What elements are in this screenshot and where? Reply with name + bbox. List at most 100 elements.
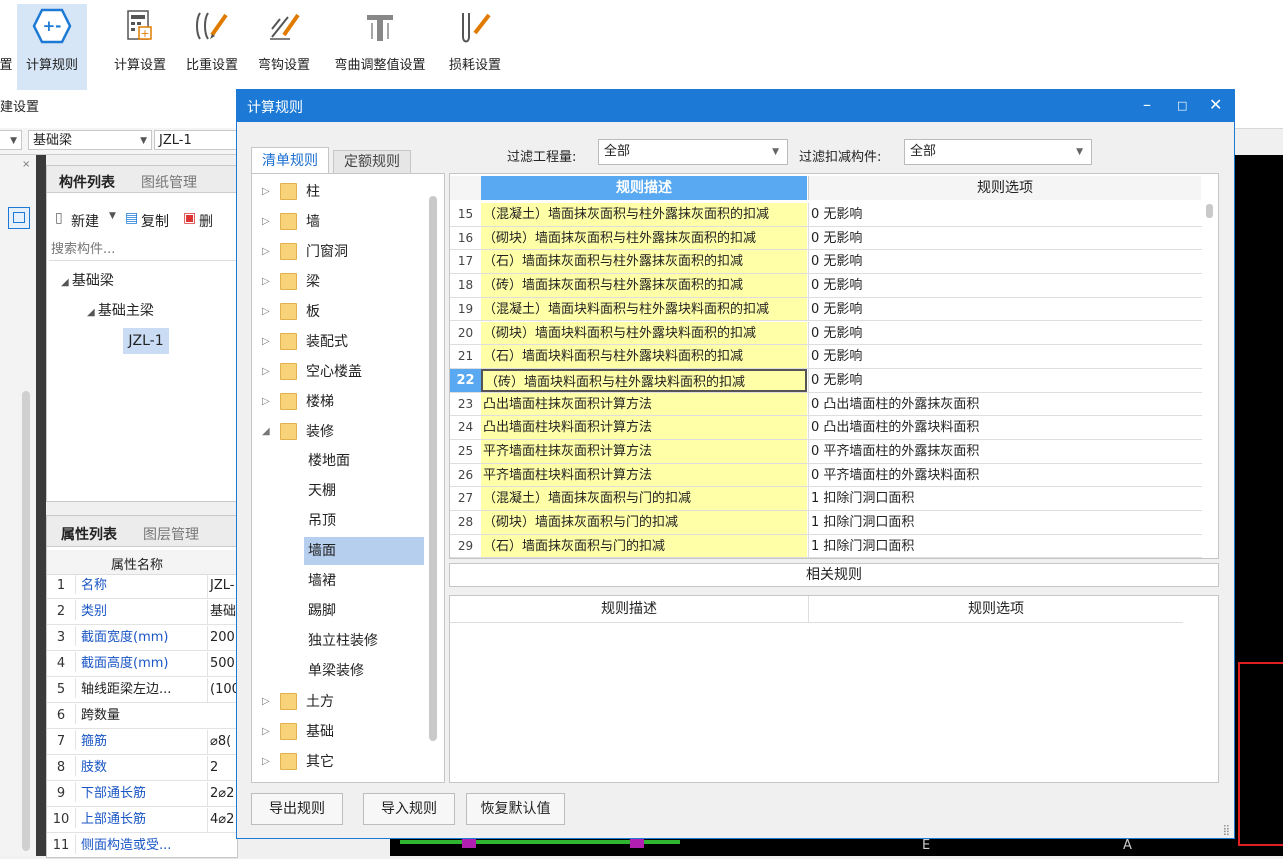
tab-component-list[interactable]: 构件列表 [59,172,115,192]
grid-row[interactable]: 26 平齐墙面柱块料面积计算方法 0 平齐墙面柱的外露块料面积 [450,463,1202,488]
grid-rule-desc[interactable]: （砌块）墙面抹灰面积与柱外露抹灰面积的扣减 [481,226,807,250]
grid-header-option[interactable]: 规则选项 [808,176,1201,200]
restore-default-button[interactable]: 恢复默认值 [466,793,565,825]
collapsed-triangle-icon[interactable]: ▷ [262,212,270,232]
panel-splitter[interactable] [36,155,46,856]
tree-leaf-selected[interactable]: 墙面 [304,537,424,565]
grid-rule-option[interactable]: 0 无影响 [808,368,1203,392]
grid-rule-option[interactable]: 0 无影响 [808,274,1203,297]
new-button[interactable]: 新建 [71,211,99,231]
resize-grip-icon[interactable]: ⣿ [1223,825,1230,836]
collapsed-triangle-icon[interactable]: ▷ [262,272,270,292]
floor-selector[interactable]: ▼ [0,130,22,150]
grid-rule-option[interactable]: 1 扣除门洞口面积 [808,487,1203,511]
filter-quantity-select[interactable]: 全部 ▼ [598,139,788,165]
collapsed-triangle-icon[interactable]: ▷ [262,752,270,772]
grid-scrollbar[interactable] [1206,204,1213,218]
tab-quota-rule[interactable]: 定额规则 [333,150,411,173]
calc-rule-button[interactable]: +- 计算规则 [17,4,87,90]
tree-leaf[interactable]: 独立柱装修 [304,627,382,655]
grid-rule-desc[interactable]: （砌块）墙面抹灰面积与门的扣减 [481,511,807,534]
close-icon[interactable]: ✕ [1209,95,1222,114]
drawing-canvas-bottom[interactable]: E A [390,838,1235,856]
grid-rule-desc[interactable]: （砌块）墙面块料面积与柱外露块料面积的扣减 [481,321,807,345]
tab-drawing-manage[interactable]: 图纸管理 [141,172,197,192]
hook-setting-button[interactable]: 弯钩设置 [252,6,316,86]
grid-rule-option[interactable]: 1 扣除门洞口面积 [808,511,1203,534]
copy-button[interactable]: 复制 [141,211,169,231]
grid-rule-option[interactable]: 0 平齐墙面柱的外露抹灰面积 [808,440,1203,463]
grid-row[interactable]: 28 （砌块）墙面抹灰面积与门的扣减 1 扣除门洞口面积 [450,511,1202,535]
grid-rule-desc[interactable]: 平齐墙面柱块料面积计算方法 [481,463,807,487]
tree-leaf[interactable]: 单梁装修 [304,657,368,685]
grid-header-desc[interactable]: 规则描述 [481,176,807,200]
grid-rule-option[interactable]: 0 无影响 [808,226,1203,250]
grid-row[interactable]: 24 凸出墙面柱块料面积计算方法 0 凸出墙面柱的外露块料面积 [450,416,1202,440]
grid-row[interactable]: 27 （混凝土）墙面抹灰面积与门的扣减 1 扣除门洞口面积 [450,487,1203,512]
grid-rule-desc[interactable]: 凸出墙面柱抹灰面积计算方法 [481,392,807,416]
property-row[interactable]: 4 截面高度(mm) 500 [47,652,237,677]
property-row[interactable]: 1 名称 JZL- [47,574,237,599]
grid-row[interactable]: 17 （石）墙面抹灰面积与柱外露抹灰面积的扣减 0 无影响 [450,250,1203,275]
grid-rule-desc[interactable]: （混凝土）墙面块料面积与柱外露块料面积的扣减 [481,297,807,321]
export-rule-button[interactable]: 导出规则 [251,793,343,825]
tree-node-root[interactable]: ◢ 基础梁 [61,270,114,290]
collapsed-triangle-icon[interactable]: ▷ [262,302,270,322]
maximize-icon[interactable]: □ [1177,99,1187,112]
grid-rule-option[interactable]: 1 扣除门洞口面积 [808,534,1203,558]
delete-button[interactable]: 删 [199,211,213,231]
grid-row[interactable]: 23 凸出墙面柱抹灰面积计算方法 0 凸出墙面柱的外露抹灰面积 [450,392,1203,417]
property-row[interactable]: 8 肢数 2 [47,756,237,781]
grid-row[interactable]: 15 （混凝土）墙面抹灰面积与柱外露抹灰面积的扣减 0 无影响 [450,203,1202,227]
grid-rule-desc[interactable]: （砖）墙面抹灰面积与柱外露抹灰面积的扣减 [481,274,807,297]
grid-rule-option[interactable]: 0 无影响 [808,297,1203,321]
grid-row[interactable]: 16 （砌块）墙面抹灰面积与柱外露抹灰面积的扣减 0 无影响 [450,226,1203,251]
property-row[interactable]: 5 轴线距梁左边... (100 [47,678,240,703]
related-header-option[interactable]: 规则选项 [808,596,1183,623]
grid-rule-option[interactable]: 0 无影响 [808,321,1203,345]
grid-rule-desc[interactable]: （石）墙面抹灰面积与柱外露抹灰面积的扣减 [481,250,807,274]
collapsed-triangle-icon[interactable]: ▷ [262,242,270,262]
grid-row[interactable]: 21 （石）墙面块料面积与柱外露块料面积的扣减 0 无影响 [450,345,1202,369]
grid-rule-option[interactable]: 0 无影响 [808,250,1203,274]
grid-rule-desc[interactable]: 凸出墙面柱块料面积计算方法 [481,416,807,439]
related-header-desc[interactable]: 规则描述 [450,596,808,623]
property-row[interactable]: 3 截面宽度(mm) 200 [47,626,237,651]
left-scrollbar[interactable] [22,391,30,851]
grid-rule-option[interactable]: 0 凸出墙面柱的外露抹灰面积 [808,392,1203,416]
collapsed-triangle-icon[interactable]: ▷ [262,722,270,742]
grid-rule-option[interactable]: 0 凸出墙面柱的外露块料面积 [808,416,1203,439]
property-row[interactable]: 10 上部通长筋 4⌀2 [47,808,237,833]
collapsed-triangle-icon[interactable]: ▷ [262,692,270,712]
grid-rule-desc[interactable]: （砖）墙面块料面积与柱外露块料面积的扣减 [481,368,807,392]
tree-leaf-selected[interactable]: JZL-1 [123,328,169,354]
calc-setting-button[interactable]: + 计算设置 [108,6,172,86]
property-row[interactable]: 7 箍筋 ⌀8( [47,730,237,755]
property-row[interactable]: 11 侧面构造或受... [47,834,237,859]
property-row[interactable]: 6 跨数量 [47,704,237,729]
tree-leaf[interactable]: 踢脚 [304,597,340,625]
close-icon[interactable]: × [22,159,30,170]
tab-layer-manage[interactable]: 图层管理 [143,524,199,544]
collapsed-triangle-icon[interactable]: ▷ [262,362,270,382]
tree-leaf[interactable]: 楼地面 [304,447,354,475]
grid-row[interactable]: 25 平齐墙面柱抹灰面积计算方法 0 平齐墙面柱的外露抹灰面积 [450,440,1202,464]
grid-rule-desc[interactable]: 平齐墙面柱抹灰面积计算方法 [481,440,807,463]
tab-property-list[interactable]: 属性列表 [61,524,117,544]
tree-leaf[interactable]: 墙裙 [304,567,340,595]
expanded-triangle-icon[interactable]: ◢ [262,422,270,442]
panel-toggle-button[interactable] [8,207,30,229]
grid-rule-option[interactable]: 0 无影响 [808,203,1203,226]
grid-rule-desc[interactable]: （混凝土）墙面抹灰面积与柱外露抹灰面积的扣减 [481,203,807,226]
grid-row[interactable]: 29 （石）墙面抹灰面积与门的扣减 1 扣除门洞口面积 [450,534,1203,559]
tree-node-child[interactable]: ◢ 基础主梁 [87,300,154,320]
bend-adjust-button[interactable]: 弯曲调整值设置 [324,6,436,86]
grid-rule-desc[interactable]: （混凝土）墙面抹灰面积与门的扣减 [481,487,807,511]
grid-row[interactable]: 20 （砌块）墙面块料面积与柱外露块料面积的扣减 0 无影响 [450,321,1203,346]
tree-leaf[interactable]: 吊顶 [304,507,340,535]
category-selector[interactable]: 基础梁 ▼ [28,130,152,150]
tree-scrollbar[interactable] [429,196,437,741]
grid-row[interactable]: 18 （砖）墙面抹灰面积与柱外露抹灰面积的扣减 0 无影响 [450,274,1202,298]
tree-leaf[interactable]: 天棚 [304,477,340,505]
filter-deduct-select[interactable]: 全部 ▼ [904,139,1092,165]
